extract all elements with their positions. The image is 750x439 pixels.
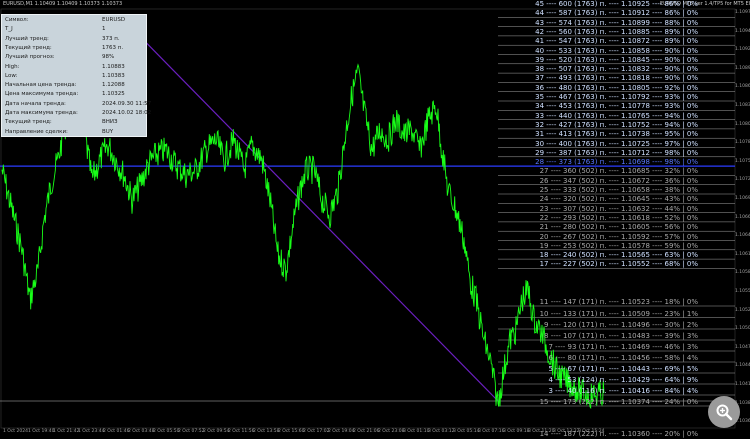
time-tick-label: 2 Oct 21:06 xyxy=(353,429,380,434)
info-key: Low: xyxy=(5,72,18,79)
price-tick-label: 1.10920 xyxy=(735,47,750,53)
info-value: 2024.09.30 11:57 xyxy=(102,100,152,107)
price-tick-label: 1.10892 xyxy=(735,65,750,71)
price-tick-label: 1.10976 xyxy=(735,10,750,15)
time-tick-label: 2 Oct 13:58 xyxy=(253,429,280,434)
price-tick-label: 1.10864 xyxy=(735,84,750,90)
time-tick-label: 2 Oct 01:46 xyxy=(103,429,130,434)
time-tick-label: 2 Oct 15:60 xyxy=(278,429,305,434)
info-value: 1.10883 xyxy=(102,63,125,70)
time-tick-label: 2 Oct 17:02 xyxy=(303,429,330,434)
level-label: 7 ---- 93 (171) п. ---- 1.10469 ---- 46%… xyxy=(548,343,698,351)
info-key: Направление сделки: xyxy=(5,128,68,135)
level-label: 15 ---- 173 (222) п. ---- 1.10374 ---- 2… xyxy=(539,398,698,406)
price-tick-label: 1.10472 xyxy=(735,344,750,350)
time-tick-label: 3 Oct 09:18 xyxy=(503,429,530,434)
chart-window[interactable]: EURUSD,M1 1.10409 1.10409 1.10373 1.1037… xyxy=(0,0,750,438)
time-axis: 1 Oct 2024 1 Oct 19:40 1 Oct 21:42 1 Oct 23… xyxy=(0,428,735,437)
info-panel: Символ: EURUSD T_J 1 Лучший тренд: 373 п. Теку… xyxy=(1,14,151,137)
time-tick-label: 1 Oct 21:42 xyxy=(53,429,80,434)
level-label: 3 ---- 40 (116) п. ---- 1.10416 ---- 84%… xyxy=(548,387,698,395)
info-key: T_J xyxy=(5,26,13,33)
time-tick-label: 1 Oct 2024 xyxy=(3,429,28,434)
price-tick-label: 1.10752 xyxy=(735,158,750,164)
level-label: 8 ---- 107 (171) п. ---- 1.10483 ---- 39… xyxy=(544,332,698,340)
level-label: 11 ---- 147 (171) п. ---- 1.10523 ---- 1… xyxy=(539,298,698,306)
info-value: ВНИЗ xyxy=(102,119,118,126)
price-tick-label: 1.10808 xyxy=(735,121,750,127)
zoom-icon xyxy=(716,404,733,421)
info-key: Дата максимума тренда: xyxy=(5,110,78,116)
price-tick-label: 1.10528 xyxy=(735,307,750,313)
time-tick-label: 3 Oct 03:12 xyxy=(428,429,455,434)
time-tick-label: 3 Oct 11:20 xyxy=(528,429,555,434)
time-tick-label: 2 Oct 05:50 xyxy=(153,429,180,434)
info-value: 2024.10.02 18:02 xyxy=(102,110,152,116)
time-tick-label: 2 Oct 09:54 xyxy=(203,429,230,434)
info-value: BUY xyxy=(102,128,114,135)
price-tick-label: 1.10416 xyxy=(735,382,750,387)
zoom-button[interactable] xyxy=(708,396,740,428)
price-tick-label: 1.10500 xyxy=(735,326,750,332)
info-key: Лучший тренд: xyxy=(5,35,49,42)
price-tick-label: 1.10948 xyxy=(735,28,750,34)
info-key: Лучший прогноз: xyxy=(5,54,55,61)
time-tick-label: 3 Oct 15:24 xyxy=(578,429,605,434)
info-value: 1.12088 xyxy=(102,82,125,89)
price-tick-label: 1.10836 xyxy=(735,103,750,108)
time-tick-label: 2 Oct 19:04 xyxy=(328,429,355,434)
price-tick-label: 1.10584 xyxy=(735,270,750,276)
level-label: 5 ---- 67 (171) п. ---- 1.10443 ---- 69%… xyxy=(548,365,698,373)
info-value: 1763 п. xyxy=(102,44,124,51)
price-tick-label: 1.10556 xyxy=(735,289,750,294)
info-key: Текущий тренд: xyxy=(5,119,52,126)
info-value: 1.10325 xyxy=(102,91,125,98)
info-key: Цена максимума тренда: xyxy=(5,91,79,98)
info-key: Начальная цена тренда: xyxy=(5,82,77,89)
info-value: 1 xyxy=(102,26,106,33)
time-tick-label: 2 Oct 11:56 xyxy=(228,429,255,434)
price-tick-label: 1.10780 xyxy=(735,140,750,146)
level-label: 9 ---- 120 (171) п. ---- 1.10496 ---- 30… xyxy=(544,321,698,329)
info-value: EURUSD xyxy=(102,17,126,23)
level-label: 4 ---- 53 (124) п. ---- 1.10429 ---- 64%… xyxy=(548,376,698,384)
symbol-info-line: EURUSD,M1 1.10409 1.10409 1.10373 1.1037… xyxy=(3,1,123,7)
trend-line xyxy=(119,15,500,403)
info-key: Символ: xyxy=(5,17,29,23)
level-label: 6 ---- 80 (171) п. ---- 1.10456 ---- 58%… xyxy=(548,354,698,362)
info-key: Текущий тренд: xyxy=(5,44,52,51)
time-tick-label: 3 Oct 01:10 xyxy=(403,429,430,434)
time-tick-label: 2 Oct 07:52 xyxy=(178,429,205,434)
price-tick-label: 1.10612 xyxy=(735,251,750,257)
info-key: Дата начала тренда: xyxy=(5,100,66,107)
level-label: 17 ---- 227 (502) п. ---- 1.10552 ---- 6… xyxy=(539,260,698,269)
price-tick-label: 1.10668 xyxy=(735,214,750,220)
info-value: 98% xyxy=(102,54,115,61)
price-tick-label: 1.10724 xyxy=(735,177,750,183)
time-tick-label: 1 Oct 19:40 xyxy=(28,429,55,434)
info-value: 1.10383 xyxy=(102,72,125,79)
price-tick-label: 1.10640 xyxy=(735,233,750,239)
price-tick-label: 1.10444 xyxy=(735,363,750,369)
info-key: High: xyxy=(5,63,20,70)
time-tick-label: 2 Oct 03:48 xyxy=(128,429,155,434)
time-tick-label: 3 Oct 07:16 xyxy=(478,429,505,434)
time-tick-label: 3 Oct 05:14 xyxy=(453,429,480,434)
price-tick-label: 1.10696 xyxy=(735,196,750,201)
time-tick-label: 3 Oct 13:22 xyxy=(553,429,580,434)
level-label: 10 ---- 133 (171) п. ---- 1.10509 ---- 2… xyxy=(539,309,698,318)
time-tick-label: 2 Oct 23:08 xyxy=(378,429,405,434)
info-value: 373 п. xyxy=(102,35,120,42)
time-tick-label: 1 Oct 23:44 xyxy=(78,429,105,434)
